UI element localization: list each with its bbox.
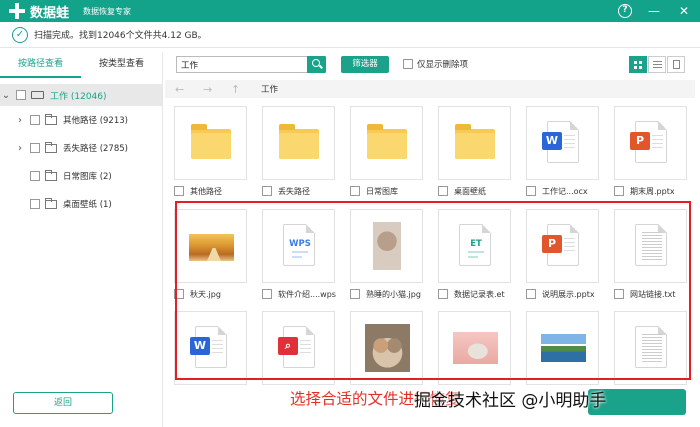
path-nav-bar: ← → ↑ 工作	[165, 80, 695, 98]
file-name: 丢失路径	[278, 186, 310, 196]
sidebar-tabs: 按路径查看 按类型查看	[0, 52, 162, 78]
search-button[interactable]	[307, 56, 326, 73]
word-doc-icon: W	[542, 121, 579, 163]
watermark: 掘金技术社区 @小明助手	[414, 391, 607, 411]
app-logo: 数据蛙	[8, 2, 69, 21]
app-subtitle: 数据恢复专家	[83, 6, 132, 16]
tree-item-label: 其他路径 (9213)	[63, 116, 128, 126]
grid-view-button[interactable]	[629, 56, 647, 73]
nav-up-icon[interactable]: ↑	[231, 83, 249, 96]
tree-item-label: 丢失路径 (2785)	[63, 144, 128, 154]
plus-logo-icon	[8, 2, 26, 20]
folder-icon	[45, 169, 57, 181]
file-checkbox[interactable]	[262, 186, 272, 196]
file-thumbnail[interactable]	[174, 106, 247, 180]
file-checkbox[interactable]	[174, 186, 184, 196]
file-caption: 其他路径	[165, 185, 253, 197]
selection-highlight-box	[175, 201, 691, 380]
list-icon	[653, 61, 662, 69]
help-icon[interactable]: ?	[618, 4, 632, 18]
tab-by-type[interactable]: 按类型查看	[81, 52, 162, 78]
file-checkbox[interactable]	[526, 186, 536, 196]
file-caption: 工作记...ocx	[517, 185, 605, 197]
file-name: 期末周.pptx	[630, 186, 675, 196]
folder-icon	[45, 113, 57, 125]
folder-icon	[279, 124, 319, 159]
file-tile[interactable]: 桌面壁纸	[429, 106, 517, 197]
tree-item-desktop-wallpaper[interactable]: 桌面壁纸 (1)	[14, 190, 162, 218]
detail-icon	[673, 60, 680, 69]
tree-root-label: 工作 (12046)	[50, 91, 107, 102]
tree-checkbox[interactable]	[16, 90, 26, 100]
current-path: 工作	[261, 85, 279, 95]
close-button[interactable]: ✕	[676, 3, 692, 19]
folder-icon	[45, 141, 57, 153]
app-name: 数据蛙	[30, 5, 70, 21]
file-checkbox[interactable]	[350, 186, 360, 196]
sidebar: 按路径查看 按类型查看 ⌄ 工作 (12046) › 其他路径 (9213) ›…	[0, 52, 163, 427]
tree-checkbox[interactable]	[30, 199, 40, 209]
file-caption: 桌面壁纸	[429, 185, 517, 197]
file-checkbox[interactable]	[614, 186, 624, 196]
grid-icon	[634, 61, 642, 69]
chevron-right-icon[interactable]: ›	[14, 143, 26, 154]
tree-root-work[interactable]: ⌄ 工作 (12046)	[0, 84, 162, 106]
view-mode-switcher	[628, 56, 685, 73]
tree-item-other-paths[interactable]: › 其他路径 (9213)	[14, 106, 162, 134]
filter-button[interactable]: 筛选器	[341, 56, 389, 73]
file-tile[interactable]: 其他路径	[165, 106, 253, 197]
only-deleted-toggle[interactable]: 仅显示删除项	[403, 58, 468, 70]
file-caption: 期末周.pptx	[605, 185, 693, 197]
folder-icon	[191, 124, 231, 159]
scan-status-text: 扫描完成。找到12046个文件共4.12 GB。	[34, 31, 207, 41]
tab-by-path[interactable]: 按路径查看	[0, 52, 81, 78]
file-thumbnail[interactable]	[262, 106, 335, 180]
file-name: 其他路径	[190, 186, 222, 196]
tree-checkbox[interactable]	[30, 171, 40, 181]
folder-icon	[455, 124, 495, 159]
search-input[interactable]	[176, 56, 326, 73]
only-deleted-label: 仅显示删除项	[417, 60, 469, 70]
check-circle-icon: ✓	[12, 26, 28, 43]
tree-item-label: 桌面壁纸 (1)	[63, 200, 112, 210]
powerpoint-doc-icon: P	[630, 121, 667, 163]
back-button[interactable]: 返回	[13, 392, 113, 414]
file-tile[interactable]: 丢失路径	[253, 106, 341, 197]
toolbar: 筛选器 仅显示删除项	[170, 54, 695, 76]
tree-item-daily-gallery[interactable]: 日常图库 (2)	[14, 162, 162, 190]
minimize-button[interactable]: —	[646, 3, 662, 19]
list-view-button[interactable]	[648, 56, 666, 73]
tree-checkbox[interactable]	[30, 143, 40, 153]
tree-item-lost-paths[interactable]: › 丢失路径 (2785)	[14, 134, 162, 162]
folder-icon	[367, 124, 407, 159]
only-deleted-checkbox[interactable]	[403, 59, 413, 69]
file-name: 日常图库	[366, 186, 398, 196]
tree-checkbox[interactable]	[30, 115, 40, 125]
nav-back-icon[interactable]: ←	[175, 83, 193, 96]
folder-icon	[45, 197, 57, 209]
file-thumbnail[interactable]: P	[614, 106, 687, 180]
file-name: 桌面壁纸	[454, 186, 486, 196]
file-thumbnail[interactable]: W	[526, 106, 599, 180]
file-caption: 丢失路径	[253, 185, 341, 197]
file-thumbnail[interactable]	[350, 106, 423, 180]
chevron-down-icon[interactable]: ⌄	[0, 90, 12, 101]
title-bar: 数据蛙 数据恢复专家 ? — ✕	[0, 0, 700, 22]
file-tile[interactable]: W 工作记...ocx	[517, 106, 605, 197]
detail-view-button[interactable]	[667, 56, 685, 73]
scan-status-bar: ✓ 扫描完成。找到12046个文件共4.12 GB。	[0, 22, 700, 48]
file-checkbox[interactable]	[438, 186, 448, 196]
nav-forward-icon[interactable]: →	[203, 83, 221, 96]
file-name: 工作记...ocx	[542, 186, 588, 196]
file-caption: 日常图库	[341, 185, 429, 197]
chevron-right-icon[interactable]: ›	[14, 115, 26, 126]
tree-item-label: 日常图库 (2)	[63, 172, 112, 182]
file-tile[interactable]: P 期末周.pptx	[605, 106, 693, 197]
file-tile[interactable]: 日常图库	[341, 106, 429, 197]
drive-icon	[31, 91, 44, 99]
file-thumbnail[interactable]	[438, 106, 511, 180]
